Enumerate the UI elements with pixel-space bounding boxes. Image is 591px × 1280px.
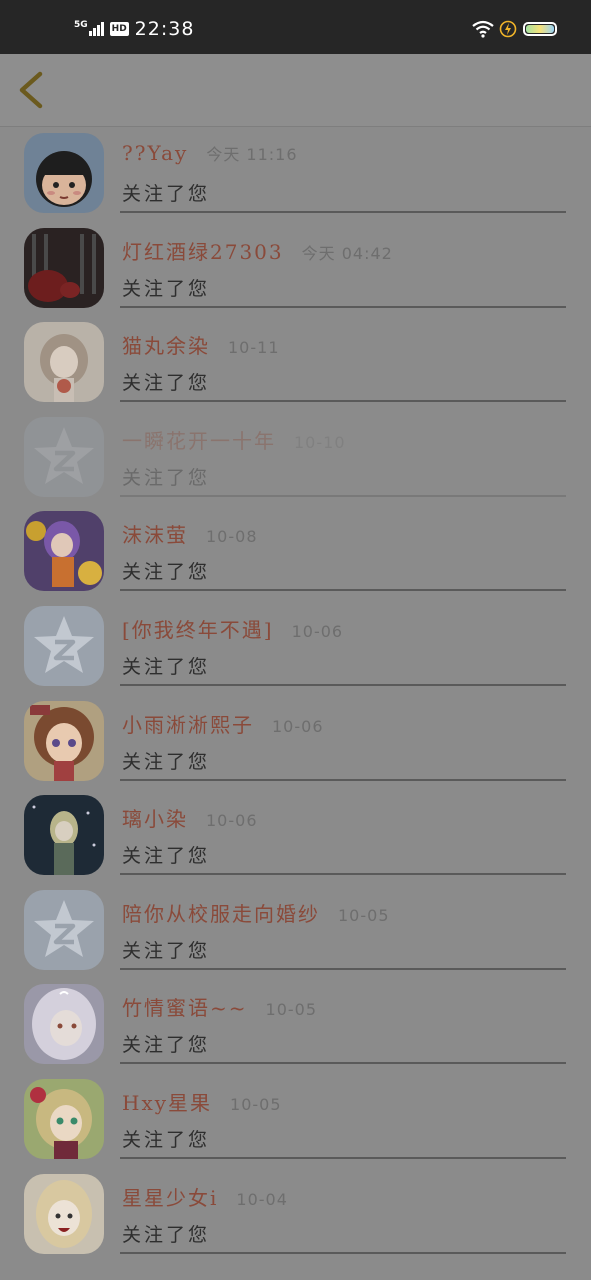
follower-list: ??Yay 今天 11:16 关注了您 灯红酒绿27303 今天 04:42 关注了您 猫丸… bbox=[0, 127, 591, 1262]
action-text: 关注了您 bbox=[122, 845, 211, 868]
divider bbox=[120, 873, 566, 876]
signal-icon bbox=[88, 22, 105, 36]
divider bbox=[120, 683, 566, 686]
user-name[interactable]: Hxy星果 bbox=[122, 1087, 212, 1116]
list-item[interactable]: 小雨淅淅熙子 10-06 关注了您 bbox=[0, 695, 591, 790]
divider bbox=[120, 1156, 566, 1159]
user-name[interactable]: 一瞬花开一十年 bbox=[122, 425, 276, 454]
network-type: 5G bbox=[74, 20, 88, 30]
action-text: 关注了您 bbox=[122, 655, 211, 678]
user-name[interactable]: ??Yay bbox=[122, 141, 188, 165]
timestamp: 10-06 bbox=[206, 811, 258, 831]
status-time: 22:38 bbox=[134, 18, 195, 40]
user-name[interactable]: 星星少女i bbox=[122, 1182, 218, 1211]
action-text: 关注了您 bbox=[122, 466, 211, 489]
avatar[interactable] bbox=[24, 700, 104, 781]
timestamp: 10-08 bbox=[206, 527, 258, 547]
name-row: 璃小染 10-06 bbox=[122, 803, 258, 832]
timestamp: 10-10 bbox=[294, 432, 346, 452]
divider bbox=[120, 494, 566, 497]
avatar[interactable] bbox=[24, 605, 104, 686]
timestamp: 今天 04:42 bbox=[301, 243, 393, 263]
chevron-left-icon bbox=[19, 71, 43, 109]
divider bbox=[120, 305, 566, 308]
list-item[interactable]: 沫沫萤 10-08 关注了您 bbox=[0, 505, 591, 600]
battery-icon bbox=[523, 22, 557, 36]
user-name[interactable]: [你我终年不遇] bbox=[122, 614, 274, 643]
list-item[interactable]: 璃小染 10-06 关注了您 bbox=[0, 789, 591, 884]
user-name[interactable]: 竹情蜜语~~ bbox=[122, 992, 248, 1021]
hd-badge: HD bbox=[109, 22, 129, 36]
wifi-icon bbox=[472, 20, 494, 38]
list-item[interactable]: 猫丸余染 10-11 关注了您 bbox=[0, 316, 591, 411]
action-text: 关注了您 bbox=[122, 561, 211, 584]
timestamp: 10-05 bbox=[265, 1000, 318, 1020]
app-header bbox=[0, 54, 591, 127]
charging-icon bbox=[499, 20, 517, 38]
action-text: 关注了您 bbox=[122, 750, 211, 773]
list-item[interactable]: 竹情蜜语~~ 10-05 关注了您 bbox=[0, 978, 591, 1073]
timestamp: 10-06 bbox=[272, 716, 324, 736]
divider bbox=[120, 400, 566, 403]
user-name[interactable]: 灯红酒绿27303 bbox=[122, 236, 284, 265]
avatar[interactable] bbox=[24, 795, 104, 876]
list-item[interactable]: ??Yay 今天 11:16 关注了您 bbox=[0, 127, 591, 222]
list-item[interactable]: Hxy星果 10-05 关注了您 bbox=[0, 1073, 591, 1168]
name-row: [你我终年不遇] 10-06 bbox=[122, 614, 343, 643]
action-text: 关注了您 bbox=[122, 1034, 211, 1057]
list-item[interactable]: 陪你从校服走向婚纱 10-05 关注了您 bbox=[0, 884, 591, 979]
back-button[interactable] bbox=[12, 68, 52, 112]
name-row: Hxy星果 10-05 bbox=[122, 1087, 282, 1116]
action-text: 关注了您 bbox=[122, 277, 211, 300]
avatar[interactable] bbox=[24, 1173, 104, 1254]
list-item[interactable]: 灯红酒绿27303 今天 04:42 关注了您 bbox=[0, 222, 591, 317]
avatar[interactable] bbox=[24, 416, 104, 497]
list-item[interactable]: 星星少女i 10-04 关注了您 bbox=[0, 1168, 591, 1263]
timestamp: 10-04 bbox=[236, 1189, 288, 1209]
avatar[interactable] bbox=[24, 889, 104, 970]
avatar[interactable] bbox=[24, 1078, 104, 1159]
action-text: 关注了您 bbox=[122, 1128, 211, 1151]
user-name[interactable]: 陪你从校服走向婚纱 bbox=[122, 898, 320, 927]
name-row: 沫沫萤 10-08 bbox=[122, 519, 258, 548]
avatar[interactable] bbox=[24, 322, 104, 403]
action-text: 关注了您 bbox=[122, 939, 211, 962]
list-item[interactable]: [你我终年不遇] 10-06 关注了您 bbox=[0, 600, 591, 695]
action-text: 关注了您 bbox=[122, 1223, 211, 1246]
avatar[interactable] bbox=[24, 511, 104, 592]
avatar[interactable] bbox=[24, 984, 104, 1065]
status-bar: 5G HD 22:38 bbox=[0, 0, 591, 54]
divider bbox=[120, 967, 566, 970]
divider bbox=[120, 1062, 566, 1065]
list-item[interactable]: 一瞬花开一十年 10-10 关注了您 bbox=[0, 411, 591, 506]
user-name[interactable]: 璃小染 bbox=[122, 803, 188, 832]
timestamp: 今天 11:16 bbox=[206, 145, 298, 164]
name-row: 猫丸余染 10-11 bbox=[122, 330, 280, 359]
avatar[interactable] bbox=[24, 133, 104, 213]
avatar[interactable] bbox=[24, 227, 104, 308]
user-name[interactable]: 猫丸余染 bbox=[122, 330, 210, 359]
timestamp: 10-11 bbox=[228, 338, 280, 358]
timestamp: 10-05 bbox=[338, 905, 390, 925]
name-row: 一瞬花开一十年 10-10 bbox=[122, 425, 346, 454]
action-text: 关注了您 bbox=[122, 372, 211, 395]
divider bbox=[120, 589, 566, 592]
name-row: 小雨淅淅熙子 10-06 bbox=[122, 709, 324, 738]
name-row: 陪你从校服走向婚纱 10-05 bbox=[122, 898, 390, 927]
name-row: 竹情蜜语~~ 10-05 bbox=[122, 992, 317, 1021]
timestamp: 10-06 bbox=[291, 621, 344, 641]
divider bbox=[120, 778, 566, 781]
action-text: 关注了您 bbox=[122, 183, 211, 205]
name-row: 灯红酒绿27303 今天 04:42 bbox=[122, 236, 393, 265]
divider bbox=[120, 211, 566, 213]
name-row: 星星少女i 10-04 bbox=[122, 1182, 288, 1211]
timestamp: 10-05 bbox=[230, 1094, 282, 1114]
name-row: ??Yay 今天 11:16 bbox=[122, 141, 298, 165]
divider bbox=[120, 1251, 566, 1254]
user-name[interactable]: 沫沫萤 bbox=[122, 519, 188, 548]
user-name[interactable]: 小雨淅淅熙子 bbox=[122, 709, 254, 738]
